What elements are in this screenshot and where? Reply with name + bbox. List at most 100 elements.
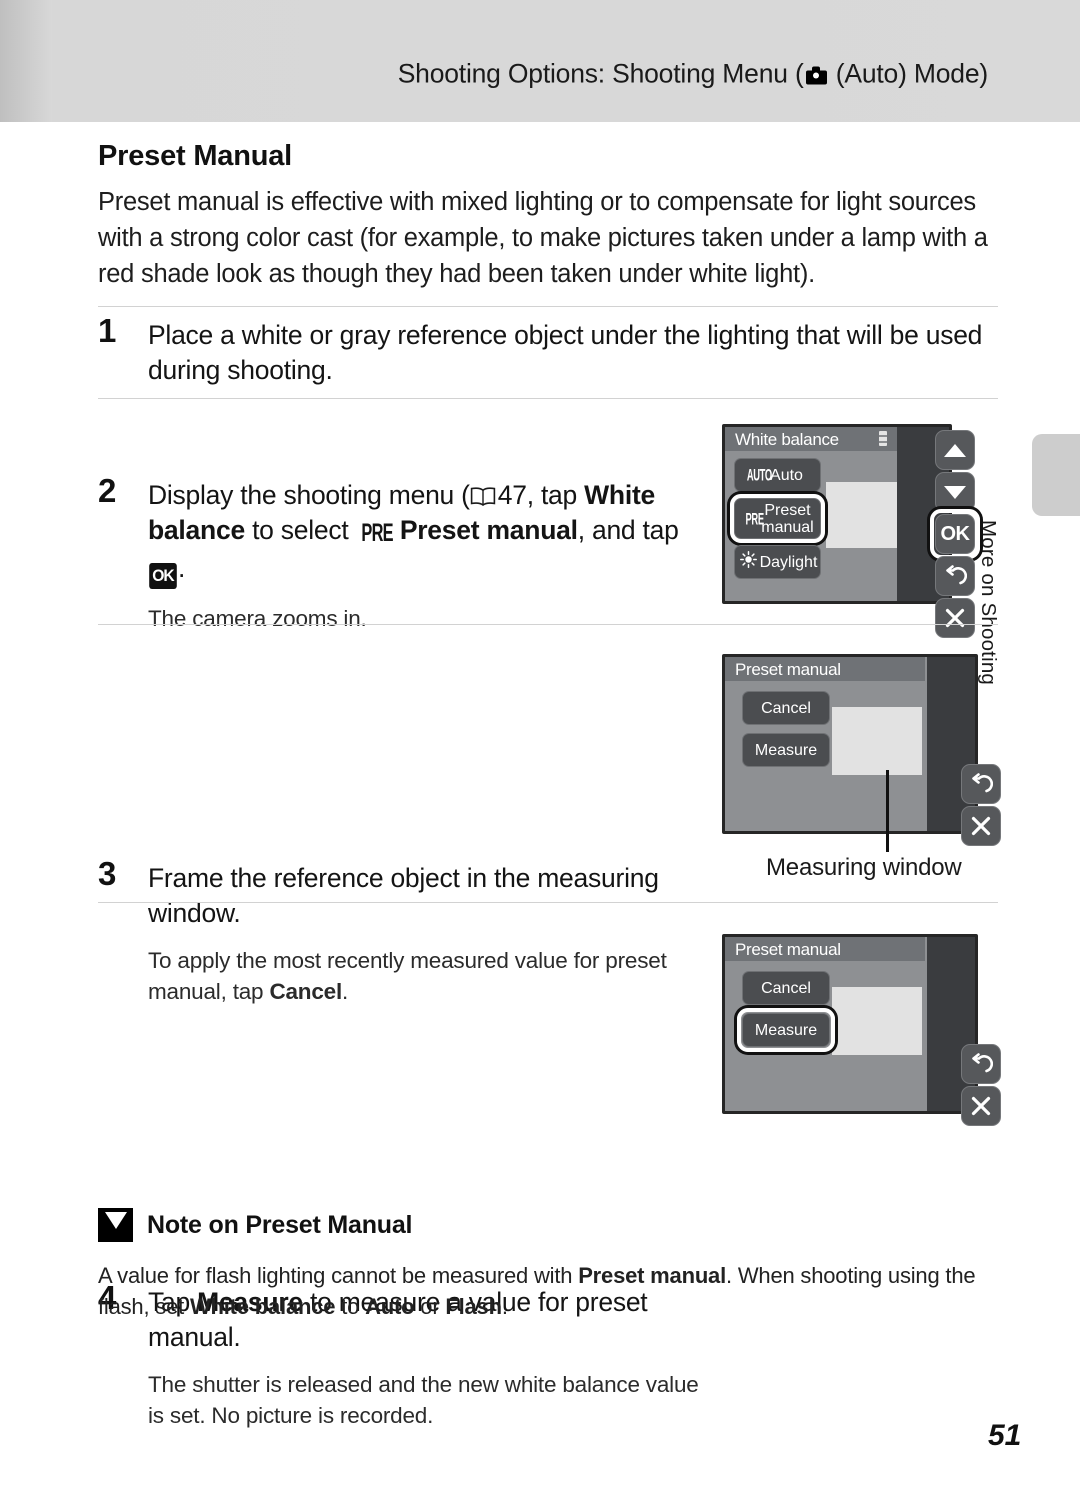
- measuring-window-area: [832, 707, 922, 775]
- header-left-shadow: [0, 0, 52, 122]
- wb-option-preset-manual[interactable]: PRE Preset manual: [734, 498, 821, 539]
- step-3-subtext-1: To apply the most recently measured valu…: [148, 948, 667, 1004]
- step-2-text-1: Display the shooting menu (: [148, 480, 470, 510]
- step-2-number: 2: [98, 472, 117, 509]
- wb-option-preset-manual-label-line1: Preset: [764, 501, 811, 519]
- close-x-icon: [971, 816, 991, 836]
- step-3-number: 3: [98, 855, 117, 892]
- note-bold-preset-manual: Preset manual: [578, 1263, 727, 1288]
- note-bold-flash: Flash: [445, 1294, 502, 1319]
- scroll-indicator-icon: [879, 431, 887, 446]
- auto-icon: AUTO: [746, 465, 772, 485]
- wb-option-daylight-label: Daylight: [759, 553, 818, 571]
- step-2-text-2: , tap: [526, 480, 585, 510]
- close-button-2[interactable]: [961, 806, 1001, 846]
- back-button-3[interactable]: [961, 1044, 1001, 1084]
- undo-arrow-icon: [972, 1053, 993, 1073]
- step-2-page-ref: 47: [497, 480, 527, 510]
- wb-option-auto-label: Auto: [770, 466, 803, 484]
- lcd-screen-3: Preset manual Cancel Measure: [725, 937, 975, 1111]
- measuring-window-callout-line: [886, 770, 889, 852]
- undo-arrow-icon: [946, 565, 967, 585]
- pre-glyph-icon: PRE: [361, 519, 393, 548]
- close-x-icon: [945, 608, 965, 628]
- preset-manual-screen-title-4: Preset manual: [735, 940, 841, 959]
- book-icon: [470, 487, 496, 506]
- step-3-heading: Frame the reference object in the measur…: [148, 863, 659, 928]
- back-button-2[interactable]: [961, 764, 1001, 804]
- step-2-subtext: The camera zooms in.: [148, 606, 367, 631]
- note-text-4: or: [414, 1294, 446, 1319]
- close-button-1[interactable]: [935, 598, 975, 638]
- step-3: 3 Frame the reference object in the meas…: [98, 855, 708, 1007]
- preset-cancel-button-4[interactable]: Cancel: [742, 971, 830, 1005]
- divider-above-step-3: [98, 624, 998, 625]
- ok-button-1[interactable]: OK: [935, 514, 975, 554]
- undo-arrow-icon: [972, 773, 993, 793]
- measuring-window-area-4: [832, 987, 922, 1055]
- step-2-text-5: .: [178, 553, 186, 583]
- note-bold-white-balance: White balance: [189, 1294, 336, 1319]
- note-body: A value for flash lighting cannot be mea…: [98, 1260, 998, 1322]
- running-header-text-after: (Auto) Mode): [828, 58, 988, 89]
- lcd-screen-1: White balance AUTO Auto PRE Preset manua…: [725, 427, 949, 601]
- wb-option-daylight[interactable]: Daylight: [734, 545, 821, 579]
- control-rail-bg-3: [927, 937, 975, 1111]
- side-tab-marker: [1032, 434, 1080, 516]
- ok-button-label: OK: [940, 522, 971, 545]
- back-button-1[interactable]: [935, 556, 975, 596]
- note-heading: Note on Preset Manual: [98, 1208, 998, 1242]
- preset-cancel-label-4: Cancel: [761, 979, 811, 997]
- divider-above-step-1: [98, 306, 998, 307]
- step-1-number: 1: [98, 312, 117, 349]
- preset-measure-label-4: Measure: [754, 1021, 818, 1039]
- step-2-bold-preset-manual: Preset manual: [399, 515, 578, 545]
- scroll-down-button-1[interactable]: [935, 472, 975, 512]
- wb-option-preset-manual-label-line2: manual: [761, 518, 814, 536]
- step-3-subtext-2: .: [342, 979, 349, 1004]
- step-3-bold-cancel: Cancel: [269, 979, 343, 1004]
- step-3-subtext: To apply the most recently measured valu…: [148, 945, 708, 1007]
- measuring-window-callout-label: Measuring window: [766, 854, 962, 881]
- preset-measure-button-4[interactable]: Measure: [742, 1013, 830, 1047]
- running-header-text-before: Shooting Options: Shooting Menu (: [397, 58, 804, 89]
- screenshot-preset-manual-step4: Preset manual Cancel Measure: [722, 934, 1001, 1126]
- step-1-heading: Place a white or gray reference object u…: [148, 320, 983, 385]
- wb-option-auto[interactable]: AUTO Auto: [734, 458, 821, 492]
- close-button-3[interactable]: [961, 1086, 1001, 1126]
- step-2-text-3: to select: [244, 515, 356, 545]
- control-rail-bg-2: [927, 657, 975, 831]
- scroll-up-button-1[interactable]: [935, 430, 975, 470]
- page-header-band: Shooting Options: Shooting Menu ( (Auto)…: [0, 0, 1080, 122]
- note-block: Note on Preset Manual A value for flash …: [98, 1208, 998, 1322]
- preset-measure-label-3: Measure: [754, 741, 818, 759]
- preset-cancel-button-3[interactable]: Cancel: [742, 691, 830, 725]
- triangle-down-icon: [944, 485, 966, 499]
- pre-icon: PRE: [745, 509, 765, 528]
- camera-icon: [805, 66, 827, 85]
- running-header-title: Shooting Options: Shooting Menu ( (Auto)…: [398, 59, 988, 90]
- caution-icon: [98, 1208, 133, 1242]
- step-2-text-4: , and tap: [577, 515, 679, 545]
- step-2: 2 Display the shooting menu (47, tap Whi…: [98, 472, 708, 634]
- divider-above-step-4: [98, 902, 998, 903]
- note-text-3: to: [335, 1294, 366, 1319]
- step-1: 1 Place a white or gray reference object…: [98, 312, 988, 388]
- step-2-heading: Display the shooting menu (47, tap White…: [148, 478, 708, 589]
- preset-cancel-label-3: Cancel: [761, 699, 811, 717]
- preset-measure-button-3[interactable]: Measure: [742, 733, 830, 767]
- note-title: Note on Preset Manual: [147, 1210, 413, 1239]
- sun-icon: [740, 551, 757, 573]
- section-intro: Preset manual is effective with mixed li…: [98, 188, 988, 288]
- screenshot-white-balance: White balance AUTO Auto PRE Preset manua…: [722, 424, 988, 638]
- triangle-up-icon: [944, 443, 966, 457]
- page-number: 51: [988, 1419, 1022, 1452]
- divider-above-step-2: [98, 398, 998, 399]
- note-text-1: A value for flash lighting cannot be mea…: [98, 1263, 579, 1288]
- note-text-5: .: [501, 1294, 508, 1319]
- ok-glyph-icon: OK: [149, 563, 177, 589]
- preset-manual-screen-title-3: Preset manual: [735, 660, 841, 679]
- lcd-screen-2: Preset manual Cancel Measure: [725, 657, 975, 831]
- section-title: Preset Manual: [98, 140, 293, 172]
- close-x-icon: [971, 1096, 991, 1116]
